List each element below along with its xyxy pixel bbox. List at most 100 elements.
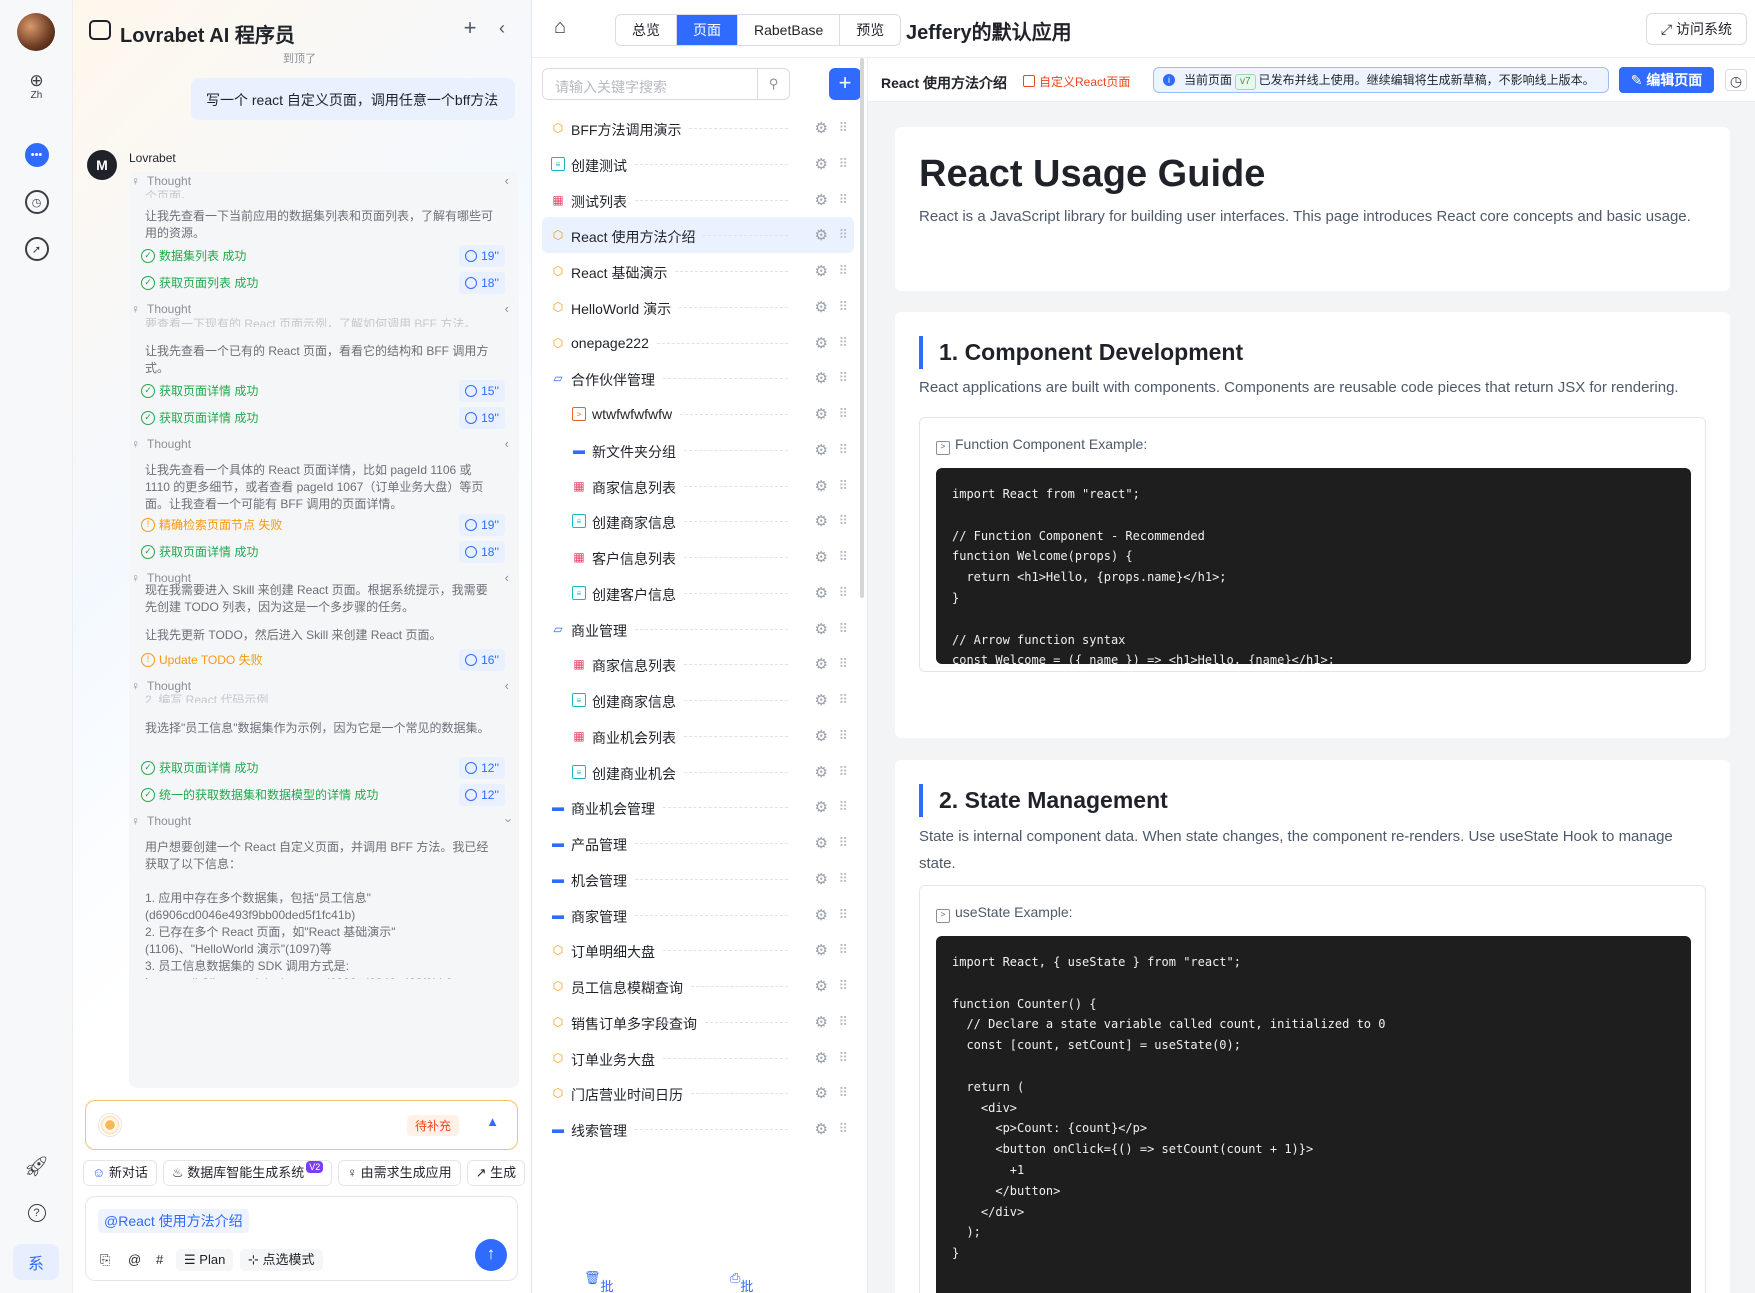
gear-icon[interactable]: ⚙: [815, 477, 828, 495]
page-tree-item[interactable]: ⬡ 门店营业时间日历 ⚙ ⠿: [542, 1075, 854, 1111]
drag-handle-icon[interactable]: ⠿: [838, 263, 847, 279]
drag-handle-icon[interactable]: ⠿: [838, 442, 847, 458]
gear-icon[interactable]: ⚙: [815, 119, 828, 137]
tab-pages[interactable]: 页面: [677, 15, 738, 45]
page-tree-item[interactable]: ▬ 机会管理 ⚙ ⠿: [542, 861, 854, 897]
gear-icon[interactable]: ⚙: [815, 1013, 828, 1031]
pick-mode-toggle[interactable]: ⊹ 点选模式: [240, 1249, 323, 1271]
drag-handle-icon[interactable]: ⠿: [838, 942, 847, 958]
gear-icon[interactable]: ⚙: [815, 763, 828, 781]
page-tree-item[interactable]: ▱ 合作伙伴管理 ⚙ ⠿: [542, 360, 854, 396]
batch-delete-button[interactable]: 🗑︎ 批量删除: [584, 1270, 614, 1293]
gear-icon[interactable]: ⚙: [815, 298, 828, 316]
page-tree-item[interactable]: ≡ 创建客户信息 ⚙ ⠿: [542, 575, 854, 611]
new-chat-plus-icon[interactable]: +: [458, 17, 482, 41]
drag-handle-icon[interactable]: ⠿: [838, 692, 847, 708]
gear-icon[interactable]: ⚙: [815, 191, 828, 209]
drag-handle-icon[interactable]: ⠿: [838, 120, 847, 136]
at-icon[interactable]: @: [128, 1249, 141, 1271]
drag-handle-icon[interactable]: ⠿: [838, 871, 847, 887]
gear-icon[interactable]: ⚙: [815, 1049, 828, 1067]
drag-handle-icon[interactable]: ⠿: [838, 621, 847, 637]
gear-icon[interactable]: ⚙: [815, 369, 828, 387]
page-tree-item[interactable]: ⬡ BFF方法调用演示 ⚙ ⠿: [542, 110, 854, 146]
gear-icon[interactable]: ⚙: [815, 834, 828, 852]
gear-icon[interactable]: ⚙: [815, 334, 828, 352]
send-arrow-icon[interactable]: ↑: [475, 1239, 507, 1271]
gear-icon[interactable]: ⚙: [815, 906, 828, 924]
rail-chat[interactable]: •••: [0, 143, 73, 167]
page-tree-item[interactable]: ▬ 新文件夹分组 ⚙ ⠿: [542, 432, 854, 468]
page-tree-item[interactable]: ▦ 商业机会列表 ⚙ ⠿: [542, 718, 854, 754]
page-tree-item[interactable]: ▦ 商家信息列表 ⚙ ⠿: [542, 646, 854, 682]
gear-icon[interactable]: ⚙: [815, 226, 828, 244]
gear-icon[interactable]: ⚙: [815, 655, 828, 673]
page-tree-item[interactable]: ▦ 商家信息列表 ⚙ ⠿: [542, 468, 854, 504]
tab-rabetbase[interactable]: RabetBase: [738, 15, 841, 45]
page-tree-item[interactable]: ▦ 测试列表 ⚙ ⠿: [542, 182, 854, 218]
gear-icon[interactable]: ⚙: [815, 727, 828, 745]
thought-toggle[interactable]: ♀ Thought ‹: [129, 436, 519, 455]
batch-update-button[interactable]: ⎙ 批量更新: [730, 1270, 753, 1293]
page-tree-item[interactable]: ▬ 商业机会管理 ⚙ ⠿: [542, 789, 854, 825]
drag-handle-icon[interactable]: ⠿: [838, 156, 847, 172]
gear-icon[interactable]: ⚙: [815, 977, 828, 995]
tree-scrollbar[interactable]: [860, 58, 864, 598]
chip-req-gen[interactable]: ♀ 由需求生成应用: [338, 1160, 461, 1186]
drag-handle-icon[interactable]: ⠿: [838, 478, 847, 494]
page-tree-item[interactable]: ▱ 商业管理 ⚙ ⠿: [542, 611, 854, 647]
caret-up-icon[interactable]: ▲: [486, 1114, 499, 1129]
page-tree-item[interactable]: ≡ 创建商业机会 ⚙ ⠿: [542, 754, 854, 790]
gear-icon[interactable]: ⚙: [815, 405, 828, 423]
chip-db-gen[interactable]: ♨ 数据库智能生成系统 V2: [162, 1160, 333, 1186]
drag-handle-icon[interactable]: ⠿: [838, 192, 847, 208]
chip-new-chat[interactable]: ☺ 新对话: [83, 1160, 157, 1186]
drag-handle-icon[interactable]: ⠿: [838, 656, 847, 672]
drag-handle-icon[interactable]: ⠿: [838, 978, 847, 994]
gear-icon[interactable]: ⚙: [815, 1084, 828, 1102]
drag-handle-icon[interactable]: ⠿: [838, 1085, 847, 1101]
gear-icon[interactable]: ⚙: [815, 512, 828, 530]
search-input[interactable]: 请输入关键字搜索 ⚲: [542, 68, 790, 100]
page-tree-item[interactable]: ⬡ 员工信息模糊查询 ⚙ ⠿: [542, 968, 854, 1004]
page-tree-item[interactable]: ⬡ 销售订单多字段查询 ⚙ ⠿: [542, 1004, 854, 1040]
page-tree-item[interactable]: ⬡ HelloWorld 演示 ⚙ ⠿: [542, 289, 854, 325]
drag-handle-icon[interactable]: ⠿: [838, 764, 847, 780]
add-page-button[interactable]: +: [829, 68, 861, 100]
search-icon[interactable]: ⚲: [757, 69, 789, 99]
system-button[interactable]: 系: [13, 1244, 59, 1280]
user-avatar[interactable]: [17, 13, 55, 51]
gear-icon[interactable]: ⚙: [815, 941, 828, 959]
edit-page-button[interactable]: ✎ 编辑页面: [1619, 67, 1714, 93]
gear-icon[interactable]: ⚙: [815, 870, 828, 888]
page-tree-item[interactable]: ▬ 商家管理 ⚙ ⠿: [542, 897, 854, 933]
page-tree-item[interactable]: ⬡ React 基础演示 ⚙ ⠿: [542, 253, 854, 289]
drag-handle-icon[interactable]: ⠿: [838, 585, 847, 601]
page-tree-item[interactable]: ≡ 创建商家信息 ⚙ ⠿: [542, 503, 854, 539]
page-tree-item[interactable]: ▬ 产品管理 ⚙ ⠿: [542, 825, 854, 861]
page-tree-item[interactable]: ▦ 客户信息列表 ⚙ ⠿: [542, 539, 854, 575]
drag-handle-icon[interactable]: ⠿: [838, 728, 847, 744]
gear-icon[interactable]: ⚙: [815, 584, 828, 602]
drag-handle-icon[interactable]: ⠿: [838, 1014, 847, 1030]
gear-icon[interactable]: ⚙: [815, 620, 828, 638]
gear-icon[interactable]: ⚙: [815, 548, 828, 566]
page-tree-item[interactable]: ⬡ 订单业务大盘 ⚙ ⠿: [542, 1040, 854, 1076]
drag-handle-icon[interactable]: ⠿: [838, 406, 847, 422]
page-tree-item[interactable]: ⬡ React 使用方法介绍 ⚙ ⠿: [542, 217, 854, 254]
drag-handle-icon[interactable]: ⠿: [838, 799, 847, 815]
gear-icon[interactable]: ⚙: [815, 155, 828, 173]
collapse-chevron-icon[interactable]: ‹: [490, 17, 514, 41]
pending-task-bar[interactable]: 待补充 ▲: [85, 1100, 518, 1150]
hash-icon[interactable]: #: [156, 1249, 163, 1271]
drag-handle-icon[interactable]: ⠿: [838, 1121, 847, 1137]
language-switch[interactable]: ⊕ Zh: [0, 72, 73, 102]
chat-composer[interactable]: @React 使用方法介绍 ⎘ @ # ☰ Plan ⊹ 点选模式 ↑: [85, 1196, 518, 1281]
drag-handle-icon[interactable]: ⠿: [838, 299, 847, 315]
page-mention[interactable]: @React 使用方法介绍: [98, 1209, 249, 1233]
thought-toggle[interactable]: ♀ Thought ‹: [129, 814, 519, 832]
page-tree-item[interactable]: > wtwfwfwfwfw ⚙ ⠿: [542, 396, 854, 432]
history-icon[interactable]: ◷: [1725, 69, 1747, 91]
rail-help[interactable]: ?: [0, 1204, 73, 1222]
drag-handle-icon[interactable]: ⠿: [838, 370, 847, 386]
